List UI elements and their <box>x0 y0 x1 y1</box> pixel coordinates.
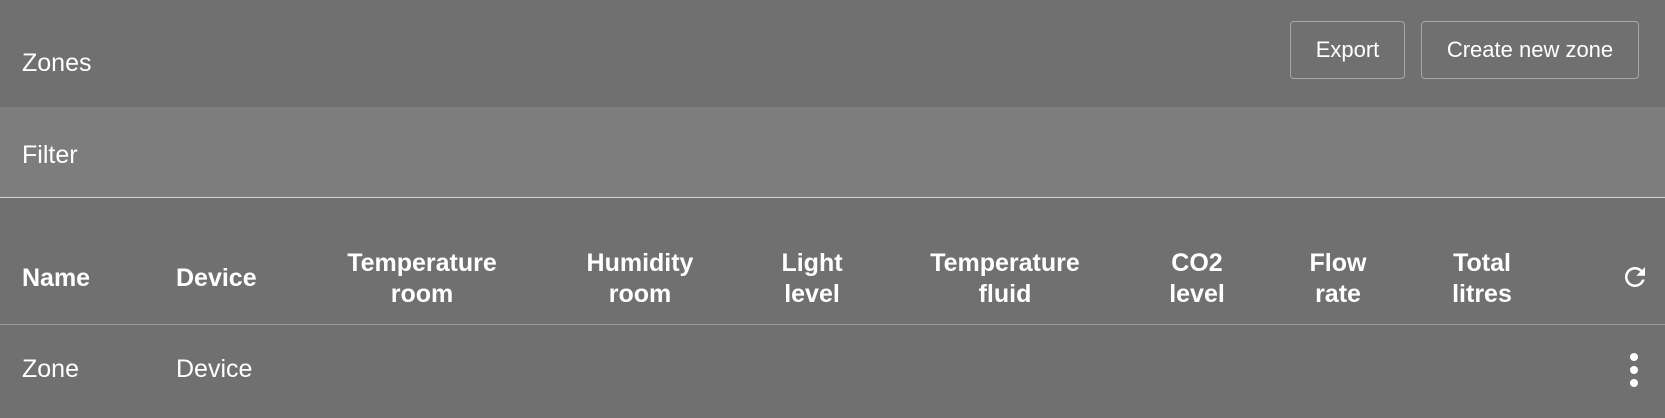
column-header-total-litres[interactable]: Total litres <box>1432 248 1532 310</box>
column-header-label: litres <box>1452 280 1512 308</box>
refresh-icon[interactable] <box>1620 262 1650 292</box>
column-header-label: Name <box>22 264 91 292</box>
column-header-name[interactable]: Name <box>22 263 90 294</box>
column-header-label: room <box>390 280 454 308</box>
column-header-label: Light <box>781 249 843 277</box>
column-header-light-level[interactable]: Light level <box>762 248 862 310</box>
more-vert-icon[interactable] <box>1624 353 1646 387</box>
column-header-humidity-room[interactable]: Humidity room <box>560 248 720 310</box>
column-header-label: Humidity <box>586 249 694 277</box>
column-header-label: Device <box>176 264 257 292</box>
page-title: Zones <box>22 49 92 77</box>
create-new-zone-button[interactable]: Create new zone <box>1421 21 1639 79</box>
column-header-label: fluid <box>978 280 1032 308</box>
column-header-label: Temperature <box>930 249 1080 277</box>
column-header-device[interactable]: Device <box>176 263 257 294</box>
cell-device: Device <box>176 355 253 383</box>
filter-label: Filter <box>22 141 78 169</box>
column-header-label: CO2 <box>1171 249 1223 277</box>
column-header-label: Temperature <box>347 249 497 277</box>
column-header-label: level <box>784 280 840 308</box>
export-button[interactable]: Export <box>1290 21 1405 79</box>
table-header: Name Device Temperature room Humidity ro… <box>0 198 1665 325</box>
page-header: Zones Export Create new zone <box>0 0 1665 107</box>
column-header-label: Total <box>1453 249 1511 277</box>
column-header-temperature-fluid[interactable]: Temperature fluid <box>915 248 1095 310</box>
table-row[interactable]: Zone Device <box>0 325 1665 418</box>
column-header-label: level <box>1169 280 1225 308</box>
column-header-co2-level[interactable]: CO2 level <box>1147 248 1247 310</box>
column-header-flow-rate[interactable]: Flow rate <box>1288 248 1388 310</box>
filter-panel-toggle[interactable]: Filter <box>0 107 1665 198</box>
column-header-temperature-room[interactable]: Temperature room <box>332 248 512 310</box>
cell-zone-name: Zone <box>22 355 79 383</box>
column-header-label: Flow <box>1309 249 1367 277</box>
column-header-label: rate <box>1315 280 1361 308</box>
column-header-label: room <box>608 280 672 308</box>
